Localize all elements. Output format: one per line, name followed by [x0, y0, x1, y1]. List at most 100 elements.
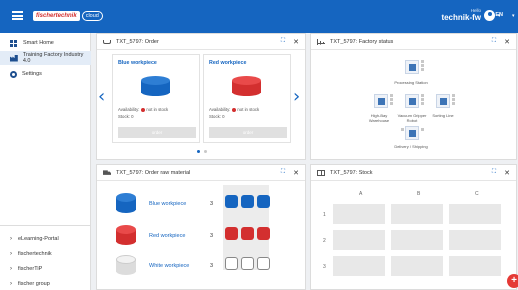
- availability-value: not in stock: [146, 107, 169, 112]
- pager-dot-active[interactable]: [197, 150, 200, 153]
- close-icon[interactable]: ✕: [293, 38, 299, 46]
- username: technik-fw: [441, 13, 481, 22]
- stock-cell: [449, 204, 501, 224]
- fullscreen-icon[interactable]: ⛶: [281, 38, 285, 45]
- workpiece-qty: 3: [210, 263, 214, 269]
- availability: Availability: not in stock: [118, 107, 168, 112]
- close-icon[interactable]: ✕: [504, 38, 510, 46]
- fullscreen-icon[interactable]: ⛶: [281, 169, 285, 176]
- stock-column-header: B: [417, 191, 421, 197]
- stock-row-header: 3: [323, 264, 326, 270]
- user-greeting[interactable]: Hello technik-fw: [441, 8, 481, 22]
- link-fischer-group[interactable]: › fischer group: [0, 278, 91, 290]
- order-button[interactable]: order: [118, 127, 196, 138]
- availability-value: not in stock: [237, 107, 260, 112]
- stock-cell: [391, 204, 443, 224]
- workpiece-qty: 3: [210, 201, 214, 207]
- close-icon[interactable]: ✕: [293, 169, 299, 177]
- link-fischertip[interactable]: › fischerTiP: [0, 263, 91, 275]
- stock-row-header: 1: [323, 212, 326, 218]
- carousel-next-button[interactable]: ›: [293, 86, 300, 107]
- link-label: fischerTiP: [18, 266, 43, 272]
- raw-row-white: White workpiece 3: [97, 255, 307, 277]
- workpiece-name[interactable]: Blue workpiece: [149, 201, 186, 207]
- workpiece-qty: 3: [210, 233, 214, 239]
- workpiece-card-red: Red workpiece Availability: not in stock …: [203, 54, 291, 143]
- sidebar-item-settings[interactable]: Settings: [0, 67, 91, 81]
- panel-title: TXT_5797: Stock: [330, 169, 373, 176]
- link-fischertechnik[interactable]: › fischertechnik: [0, 248, 91, 260]
- stock-cell: [449, 230, 501, 250]
- station-label: High-Bay Warehouse: [368, 113, 390, 123]
- language-selector[interactable]: EN: [495, 12, 503, 18]
- workpiece-name[interactable]: Red workpiece: [149, 233, 185, 239]
- fullscreen-icon[interactable]: ⛶: [492, 38, 496, 45]
- chevron-right-icon: ›: [10, 236, 12, 242]
- stock-count: Stock: 0: [209, 114, 225, 119]
- chart-icon: [317, 38, 325, 45]
- sidebar-item-label: Settings: [22, 71, 42, 77]
- chevron-right-icon: ›: [10, 281, 12, 287]
- link-label: fischertechnik: [18, 251, 52, 257]
- truck-icon[interactable]: [401, 126, 427, 144]
- order-panel: TXT_5797: Order ⛶ ✕ ‹ › Blue workpiece A…: [96, 33, 306, 160]
- table-icon: [317, 169, 325, 176]
- stock-cell: [333, 256, 385, 276]
- cloud-badge: cloud: [81, 11, 103, 21]
- sidebar-item-training-factory[interactable]: Training Factory Industry 4.0: [0, 51, 91, 65]
- avatar[interactable]: [484, 10, 495, 21]
- cart-icon: [103, 39, 111, 44]
- station-label: Processing Station: [394, 80, 428, 85]
- order-panel-header: TXT_5797: Order ⛶ ✕: [97, 34, 305, 50]
- stock-column-header: A: [359, 191, 363, 197]
- stock-panel: TXT_5797: Stock ⛶ ✕ A B C 1 2 3: [310, 164, 517, 290]
- fullscreen-icon[interactable]: ⛶: [492, 169, 496, 176]
- blue-workpiece-icon: [141, 76, 170, 96]
- chevron-right-icon: ›: [10, 266, 12, 272]
- sidebar-item-smart-home[interactable]: Smart Home: [0, 36, 91, 50]
- link-elearning-portal[interactable]: › eLearning-Portal: [0, 233, 91, 245]
- slot: [257, 227, 270, 240]
- pager-dot[interactable]: [204, 150, 207, 153]
- top-app-bar: fischertechnik cloud Hello technik-fw ▾ …: [0, 0, 518, 33]
- sidebar-item-label: Training Factory Industry 4.0: [22, 52, 84, 64]
- card-title: Blue workpiece: [118, 60, 157, 66]
- order-button[interactable]: order: [209, 127, 287, 138]
- slot: [225, 257, 238, 270]
- warehouse-icon[interactable]: [374, 94, 396, 112]
- menu-icon[interactable]: [12, 11, 23, 20]
- slot: [225, 195, 238, 208]
- slot: [225, 227, 238, 240]
- white-workpiece-icon: [116, 255, 136, 275]
- gripper-icon[interactable]: [405, 94, 427, 112]
- slot: [241, 257, 254, 270]
- workpiece-card-blue: Blue workpiece Availability: not in stock…: [112, 54, 200, 143]
- stock-row-header: 2: [323, 238, 326, 244]
- raw-row-blue: Blue workpiece 3: [97, 193, 307, 215]
- sorting-icon[interactable]: [436, 94, 458, 112]
- add-button[interactable]: +: [507, 274, 518, 288]
- logo[interactable]: fischertechnik cloud: [33, 9, 103, 23]
- slot: [257, 257, 270, 270]
- sidebar-item-label: Smart Home: [23, 40, 54, 46]
- language-chevron-icon[interactable]: ▾: [512, 13, 515, 19]
- station-label: Sorting Line: [432, 113, 454, 118]
- slot: [241, 227, 254, 240]
- availability: Availability: not in stock: [209, 107, 259, 112]
- close-icon[interactable]: ✕: [504, 169, 510, 177]
- link-label: eLearning-Portal: [18, 236, 59, 242]
- panel-title: TXT_5797: Factory status: [330, 38, 394, 45]
- truck-icon: [103, 170, 111, 175]
- factory-icon: [10, 54, 18, 62]
- slot: [257, 195, 270, 208]
- link-label: fischer group: [18, 281, 50, 287]
- workpiece-name[interactable]: White workpiece: [149, 263, 189, 269]
- raw-material-panel: TXT_5797: Order raw material ⛶ ✕ Blue wo…: [96, 164, 306, 290]
- panel-title: TXT_5797: Order raw material: [116, 169, 191, 176]
- status-dot-icon: [141, 107, 146, 112]
- stock-cell: [333, 230, 385, 250]
- processing-station-icon[interactable]: [405, 60, 427, 78]
- red-workpiece-icon: [232, 76, 261, 96]
- carousel-prev-button[interactable]: ‹: [98, 86, 105, 107]
- raw-panel-header: TXT_5797: Order raw material ⛶ ✕: [97, 165, 305, 181]
